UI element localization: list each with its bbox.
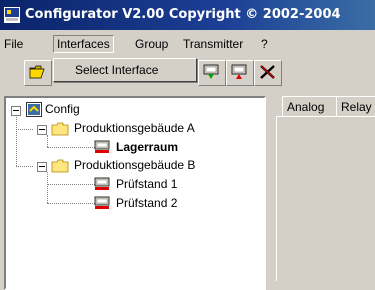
folder-icon (51, 159, 69, 173)
menu-help[interactable]: ? (261, 37, 268, 51)
menu-file[interactable]: File (4, 37, 23, 51)
open-folder-icon (29, 65, 45, 79)
transmitter-red-icon (231, 64, 247, 79)
collapse-toggle-group-b[interactable] (37, 162, 47, 172)
config-tree[interactable]: Config Produktionsgebäude A Lagerraum Pr… (4, 96, 266, 290)
menu-transmitter[interactable]: Transmitter (183, 37, 243, 51)
menu-group[interactable]: Group (135, 37, 168, 51)
tree-node-config[interactable]: Config (45, 102, 80, 116)
menu-bar: File Interfaces Group Transmitter ? (0, 34, 375, 54)
config-root-icon (26, 102, 42, 117)
transmitter-icon (94, 177, 110, 190)
collapse-toggle-group-a[interactable] (37, 125, 47, 135)
tab-relay-label: Relay (341, 100, 372, 114)
interfaces-dropdown: Select Interface (53, 58, 197, 82)
tab-analog[interactable]: Analog (282, 96, 338, 117)
tab-relay[interactable]: Relay (336, 96, 375, 117)
transmitter-icon (94, 196, 110, 209)
title-bar[interactable]: Configurator V2.00 Copyright © 2002-2004 (0, 0, 375, 30)
transmitter-icon (94, 140, 110, 153)
tree-node-produktionsgebaeude-a[interactable]: Produktionsgebäude A (74, 121, 195, 135)
collapse-toggle-config[interactable] (11, 106, 21, 116)
properties-panel: Analog Relay (270, 96, 375, 281)
menu-interfaces[interactable]: Interfaces (53, 35, 114, 53)
transmitter-green-icon (203, 64, 219, 79)
transmitter-add-button[interactable] (198, 60, 226, 86)
tree-node-pruefstand-1[interactable]: Prüfstand 1 (116, 177, 177, 191)
tree-node-produktionsgebaeude-b[interactable]: Produktionsgebäude B (74, 158, 195, 172)
disconnect-button[interactable] (254, 60, 282, 86)
app-icon (4, 7, 20, 23)
tab-page (276, 116, 375, 281)
folder-icon (51, 122, 69, 136)
transmitter-remove-button[interactable] (226, 60, 254, 86)
window-title: Configurator V2.00 Copyright © 2002-2004 (25, 7, 341, 22)
tree-node-pruefstand-2[interactable]: Prüfstand 2 (116, 196, 177, 210)
disconnect-icon (260, 65, 275, 79)
tab-analog-label: Analog (287, 100, 325, 114)
select-interface-menu-item[interactable]: Select Interface (75, 63, 158, 77)
open-button[interactable] (24, 60, 52, 86)
tree-node-lagerraum[interactable]: Lagerraum (116, 140, 178, 154)
